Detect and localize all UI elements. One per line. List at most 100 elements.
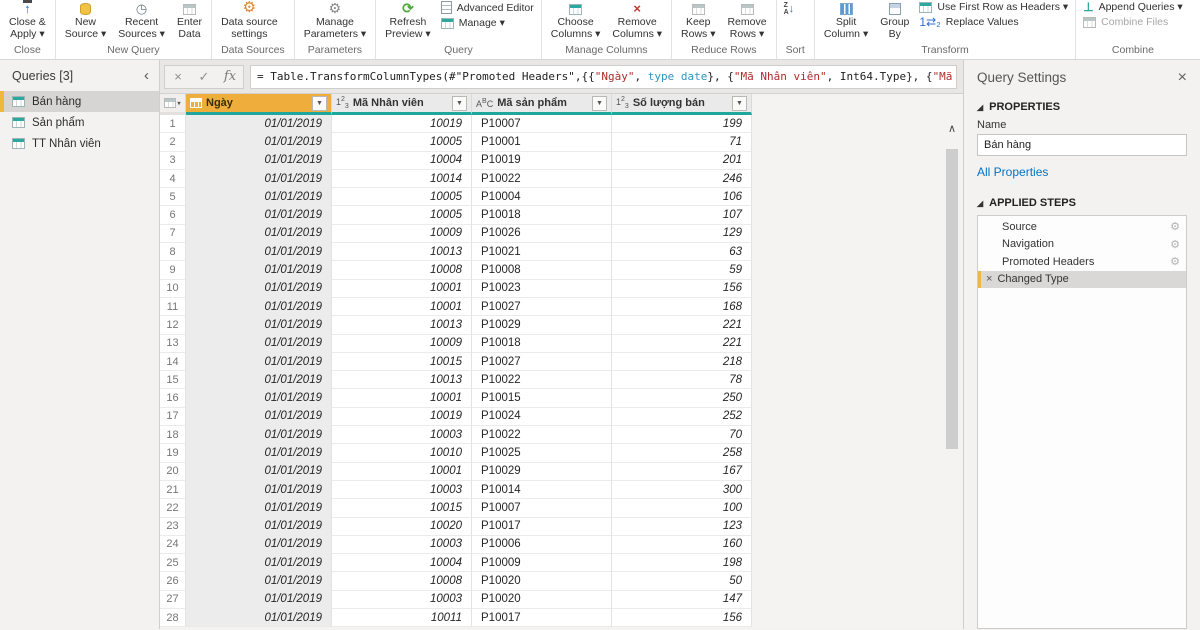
manage-button[interactable]: Manage ▾ <box>441 17 534 29</box>
document-icon <box>441 1 452 14</box>
query-name-input[interactable] <box>977 134 1187 156</box>
cell-qty: 160 <box>612 536 752 554</box>
vertical-scrollbar[interactable]: ∧ <box>945 122 959 629</box>
column-header-so-luong-ban[interactable]: 123 Số lượng bán ▼ <box>612 94 752 115</box>
remove-rows-icon <box>741 4 754 15</box>
formula-cancel-button[interactable]: × <box>165 69 191 84</box>
close-panel-icon[interactable]: × <box>1178 71 1187 85</box>
applied-steps-section-header[interactable]: ◢ APPLIED STEPS <box>977 193 1187 215</box>
cell-date: 01/01/2019 <box>186 554 332 572</box>
enter-data-button[interactable]: Enter Data <box>171 0 208 40</box>
advanced-editor-button[interactable]: Advanced Editor <box>441 1 534 14</box>
replace-values-button[interactable]: 1⇄₂ Replace Values <box>919 16 1068 28</box>
sort-ascending-button[interactable]: ZA↓ <box>780 0 799 16</box>
properties-section-header[interactable]: ◢ PROPERTIES <box>977 97 1187 119</box>
cell-emp: 10005 <box>332 188 472 206</box>
cell-prod: P10017 <box>472 518 612 536</box>
query-settings-title: Query Settings <box>977 70 1066 85</box>
cell-n: 6 <box>160 206 186 224</box>
cell-date: 01/01/2019 <box>186 188 332 206</box>
cell-n: 28 <box>160 609 186 627</box>
table-row: 2301/01/201910020P10017123 <box>160 518 752 536</box>
scrollbar-thumb[interactable] <box>946 149 958 449</box>
column-header-ma-san-pham[interactable]: ABC Mã sản phẩm ▼ <box>472 94 612 115</box>
table-row: 2701/01/201910003P10020147 <box>160 591 752 609</box>
choose-columns-button[interactable]: Choose Columns ▾ <box>545 0 607 40</box>
cell-emp: 10014 <box>332 170 472 188</box>
scroll-up-icon[interactable]: ∧ <box>945 122 959 135</box>
corner-table-icon <box>164 98 176 108</box>
cell-emp: 10004 <box>332 554 472 572</box>
cell-prod: P10008 <box>472 261 612 279</box>
group-by-button[interactable]: Group By <box>874 0 915 40</box>
ribbon-group-parameters: ⚙ Manage Parameters ▾ Parameters <box>295 0 376 59</box>
table-row: 1701/01/201910019P10024252 <box>160 408 752 426</box>
group-label-data-sources: Data Sources <box>215 43 291 59</box>
cell-date: 01/01/2019 <box>186 170 332 188</box>
column-header-ngay[interactable]: Ngày ▼ <box>186 94 332 115</box>
step-promoted-headers[interactable]: Promoted Headers ⚙ <box>978 253 1186 271</box>
formula-bar: × ✓ fx = Table.TransformColumnTypes(#"Pr… <box>160 60 963 94</box>
cell-date: 01/01/2019 <box>186 316 332 334</box>
step-settings-gear-icon[interactable]: ⚙ <box>1170 255 1180 268</box>
delete-step-icon[interactable]: × <box>986 273 992 285</box>
split-column-button[interactable]: Split Column ▾ <box>818 0 874 40</box>
data-source-settings-button[interactable]: ⚙ Data source settings <box>215 0 284 40</box>
group-label-manage-columns: Manage Columns <box>545 43 668 59</box>
formula-confirm-button[interactable]: ✓ <box>191 69 217 85</box>
refresh-preview-button[interactable]: ⟳ Refresh Preview ▾ <box>379 0 437 40</box>
query-item-san-pham[interactable]: Sản phẩm <box>0 112 159 133</box>
query-item-ban-hang[interactable]: Bán hàng <box>0 91 159 112</box>
filter-dropdown-icon[interactable]: ▼ <box>312 96 327 111</box>
cell-qty: 218 <box>612 353 752 371</box>
use-first-row-as-headers-button[interactable]: Use First Row as Headers ▾ <box>919 1 1068 13</box>
cell-prod: P10019 <box>472 152 612 170</box>
cell-qty: 147 <box>612 591 752 609</box>
query-item-tt-nhan-vien[interactable]: TT Nhân viên <box>0 133 159 154</box>
fx-icon[interactable]: fx <box>217 69 243 84</box>
cell-n: 15 <box>160 371 186 389</box>
close-and-apply-button[interactable]: ↑ Close & Apply ▾ <box>3 0 52 40</box>
new-source-button[interactable]: New Source ▾ <box>59 0 112 40</box>
column-header-ma-nhan-vien[interactable]: 123 Mã Nhân viên ▼ <box>332 94 472 115</box>
whole-number-type-icon: 123 <box>616 96 629 110</box>
cell-emp: 10008 <box>332 572 472 590</box>
select-all-corner-button[interactable]: ▾ <box>160 94 186 115</box>
step-changed-type[interactable]: × Changed Type <box>978 271 1186 289</box>
cell-prod: P10026 <box>472 225 612 243</box>
step-navigation[interactable]: Navigation ⚙ <box>978 236 1186 254</box>
cell-emp: 10003 <box>332 481 472 499</box>
ribbon-group-query: ⟳ Refresh Preview ▾ Advanced Editor Mana… <box>376 0 542 59</box>
append-queries-button[interactable]: ⊥ Append Queries ▾ <box>1083 1 1183 13</box>
cell-qty: 123 <box>612 518 752 536</box>
cell-n: 16 <box>160 389 186 407</box>
step-settings-gear-icon[interactable]: ⚙ <box>1170 220 1180 233</box>
cell-emp: 10001 <box>332 389 472 407</box>
all-properties-link[interactable]: All Properties <box>977 156 1187 193</box>
manage-parameters-button[interactable]: ⚙ Manage Parameters ▾ <box>298 0 372 40</box>
keep-rows-button[interactable]: Keep Rows ▾ <box>675 0 721 40</box>
cell-n: 5 <box>160 188 186 206</box>
cell-date: 01/01/2019 <box>186 463 332 481</box>
cell-prod: P10018 <box>472 335 612 353</box>
table-row: 2401/01/201910003P10006160 <box>160 536 752 554</box>
step-source[interactable]: Source ⚙ <box>978 218 1186 236</box>
cell-emp: 10013 <box>332 371 472 389</box>
filter-dropdown-icon[interactable]: ▼ <box>592 96 607 111</box>
group-by-icon <box>889 3 901 15</box>
cell-prod: P10022 <box>472 170 612 188</box>
filter-dropdown-icon[interactable]: ▼ <box>732 96 747 111</box>
cell-n: 7 <box>160 225 186 243</box>
cell-prod: P10004 <box>472 188 612 206</box>
collapse-panel-icon[interactable]: ‹ <box>144 71 149 81</box>
formula-input[interactable]: = Table.TransformColumnTypes(#"Promoted … <box>250 65 957 89</box>
cell-qty: 50 <box>612 572 752 590</box>
filter-dropdown-icon[interactable]: ▼ <box>452 96 467 111</box>
recent-sources-button[interactable]: ◷ Recent Sources ▾ <box>112 0 171 40</box>
remove-columns-button[interactable]: × Remove Columns ▾ <box>606 0 668 40</box>
parameters-gear-icon: ⚙ <box>329 1 342 15</box>
table-row: 701/01/201910009P10026129 <box>160 225 752 243</box>
step-settings-gear-icon[interactable]: ⚙ <box>1170 238 1180 251</box>
table-row: 2001/01/201910001P10029167 <box>160 463 752 481</box>
remove-rows-button[interactable]: Remove Rows ▾ <box>721 0 772 40</box>
